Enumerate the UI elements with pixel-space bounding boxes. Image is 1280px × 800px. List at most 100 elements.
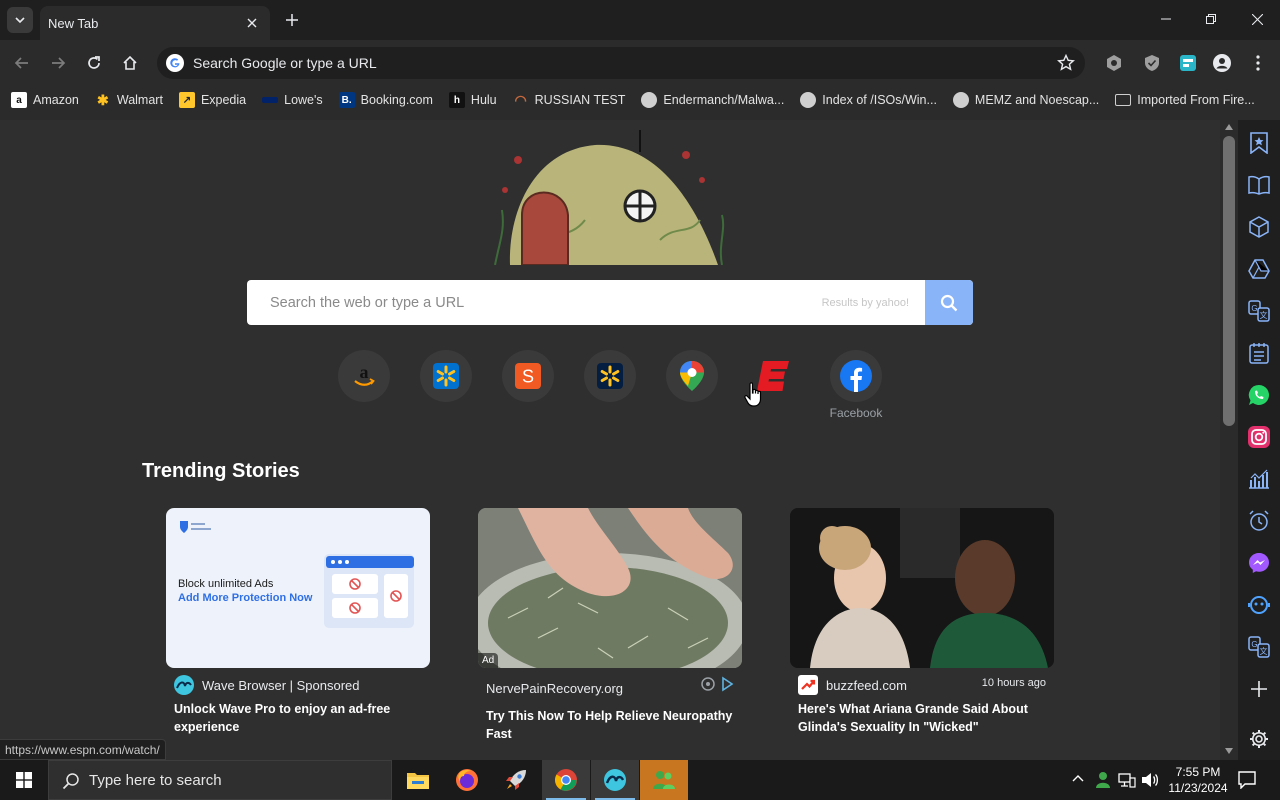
side-translate-2-button[interactable]: G文 (1248, 636, 1270, 658)
shortcut-swagbucks[interactable]: S (502, 350, 554, 402)
notepad-icon (1249, 343, 1269, 364)
kebab-menu-icon (1256, 55, 1260, 71)
plus-icon (1251, 681, 1267, 697)
side-messenger-button[interactable] (1248, 552, 1270, 574)
volume-icon[interactable] (1141, 772, 1159, 788)
tab-new-tab[interactable]: New Tab (40, 6, 270, 40)
walmart-icon (597, 363, 623, 389)
close-tab-button[interactable] (244, 15, 260, 31)
side-stats-button[interactable] (1248, 468, 1270, 490)
notifications-icon[interactable] (1238, 771, 1256, 789)
bookmark-folder-imported[interactable]: Imported From Fire... (1115, 93, 1255, 107)
google-g-icon (166, 54, 184, 72)
bookmark-russian-test[interactable]: ◠ RUSSIAN TEST (513, 92, 626, 108)
reload-button[interactable] (82, 51, 106, 75)
adchoices-icon[interactable] (701, 676, 735, 692)
profile-button[interactable] (1210, 51, 1234, 75)
shortcut-amazon[interactable]: a (338, 350, 390, 402)
bookmark-walmart[interactable]: ✱ Walmart (95, 92, 163, 108)
forward-button[interactable] (46, 51, 70, 75)
bookmark-index-isos[interactable]: Index of /ISOs/Win... (800, 92, 937, 108)
toolbar: Search Google or type a URL (0, 40, 1280, 86)
extension-teal-button[interactable] (1176, 51, 1200, 75)
wave-browser-logo-icon (174, 675, 194, 695)
card-1-headline[interactable]: Unlock Wave Pro to enjoy an ad-free expe… (174, 700, 432, 736)
celebrity-photo-image (790, 508, 1054, 668)
clock-time: 7:55 PM (1175, 765, 1221, 779)
card-1-image[interactable]: Block unlimited Ads Add More Protection … (166, 508, 430, 668)
side-alerts-button[interactable] (1248, 510, 1270, 532)
shortcut-walmart-2[interactable] (584, 350, 636, 402)
extension-shield-button[interactable] (1140, 51, 1164, 75)
search-input[interactable] (270, 294, 790, 311)
network-icon[interactable] (1118, 772, 1136, 788)
taskbar-people-app[interactable] (640, 760, 688, 800)
taskbar-wave-browser[interactable] (591, 760, 639, 800)
side-translate-button[interactable]: G文 (1248, 300, 1270, 322)
shortcut-walmart[interactable] (420, 350, 472, 402)
bookmark-expedia[interactable]: ↗ Expedia (178, 92, 246, 108)
menu-button[interactable] (1246, 51, 1270, 75)
close-icon (1251, 13, 1263, 25)
scroll-up-arrow-icon[interactable] (1225, 124, 1233, 130)
close-icon (247, 18, 257, 28)
extension-wave-button[interactable] (1102, 51, 1126, 75)
svg-text:G: G (1251, 304, 1257, 313)
taskbar-chrome[interactable] (542, 760, 590, 800)
card-2-image[interactable]: Ad (478, 508, 742, 668)
shortcut-google-maps[interactable] (666, 350, 718, 402)
hobbit-house-doodle-image[interactable] (490, 130, 730, 265)
taskbar-search-box[interactable]: Type here to search (48, 760, 392, 800)
scroll-down-arrow-icon[interactable] (1225, 748, 1233, 754)
new-tab-button[interactable] (282, 10, 302, 30)
minimize-button[interactable] (1155, 8, 1177, 30)
star-icon[interactable] (1057, 54, 1075, 72)
card-2-headline[interactable]: Try This Now To Help Relieve Neuropathy … (486, 707, 744, 743)
taskbar-rocket-app[interactable] (492, 760, 540, 800)
back-button[interactable] (10, 51, 34, 75)
tray-people-icon[interactable] (1094, 771, 1112, 789)
tab-search-button[interactable] (7, 7, 33, 33)
bar-chart-icon (1249, 469, 1269, 489)
taskbar-clock[interactable]: 7:55 PM 11/23/2024 (1162, 764, 1234, 796)
drive-triangle-icon (1248, 259, 1270, 279)
side-reading-list-button[interactable] (1248, 174, 1270, 196)
omnibox[interactable]: Search Google or type a URL (157, 47, 1085, 79)
card-3-source[interactable]: buzzfeed.com (798, 675, 907, 695)
bookmark-booking[interactable]: B. Booking.com (338, 92, 433, 108)
side-assistant-button[interactable] (1248, 594, 1270, 616)
foot-soak-photo-image (478, 508, 742, 668)
bookmark-hulu[interactable]: h Hulu (448, 92, 497, 108)
taskbar-firefox[interactable] (443, 760, 491, 800)
facebook-icon (840, 360, 872, 392)
search-icon (62, 773, 79, 790)
card-1-source[interactable]: Wave Browser | Sponsored (174, 675, 360, 695)
bookmark-amazon[interactable]: a Amazon (11, 92, 79, 108)
close-window-button[interactable] (1246, 8, 1268, 30)
bookmark-endermanch[interactable]: Endermanch/Malwa... (641, 92, 784, 108)
side-notes-button[interactable] (1248, 342, 1270, 364)
svg-text:S: S (522, 367, 534, 387)
side-box-button[interactable] (1248, 216, 1270, 238)
card-3-image[interactable] (790, 508, 1054, 668)
card-3-headline[interactable]: Here's What Ariana Grande Said About Gli… (798, 700, 1056, 736)
scrollbar-thumb[interactable] (1223, 136, 1235, 426)
home-button[interactable] (118, 51, 142, 75)
side-add-button[interactable] (1248, 678, 1270, 700)
bookmark-lowes[interactable]: Lowe's (262, 93, 323, 107)
side-bookmarks-button[interactable] (1248, 132, 1270, 154)
search-button[interactable] (925, 280, 973, 325)
side-instagram-button[interactable] (1248, 426, 1270, 448)
start-button[interactable] (0, 760, 48, 800)
page-scrollbar[interactable] (1220, 120, 1238, 760)
restore-button[interactable] (1200, 8, 1222, 30)
card-2-source[interactable]: NervePainRecovery.org (486, 681, 623, 696)
side-settings-button[interactable] (1248, 728, 1270, 750)
chevron-up-icon[interactable] (1072, 774, 1084, 782)
new-tab-page: Results by yahoo! a S Facebook Trending … (0, 120, 1220, 760)
side-drive-button[interactable] (1248, 258, 1270, 280)
shortcut-facebook[interactable] (830, 350, 882, 402)
side-whatsapp-button[interactable] (1248, 384, 1270, 406)
bookmark-memz[interactable]: MEMZ and Noescap... (952, 92, 1099, 108)
taskbar-file-explorer[interactable] (394, 760, 442, 800)
